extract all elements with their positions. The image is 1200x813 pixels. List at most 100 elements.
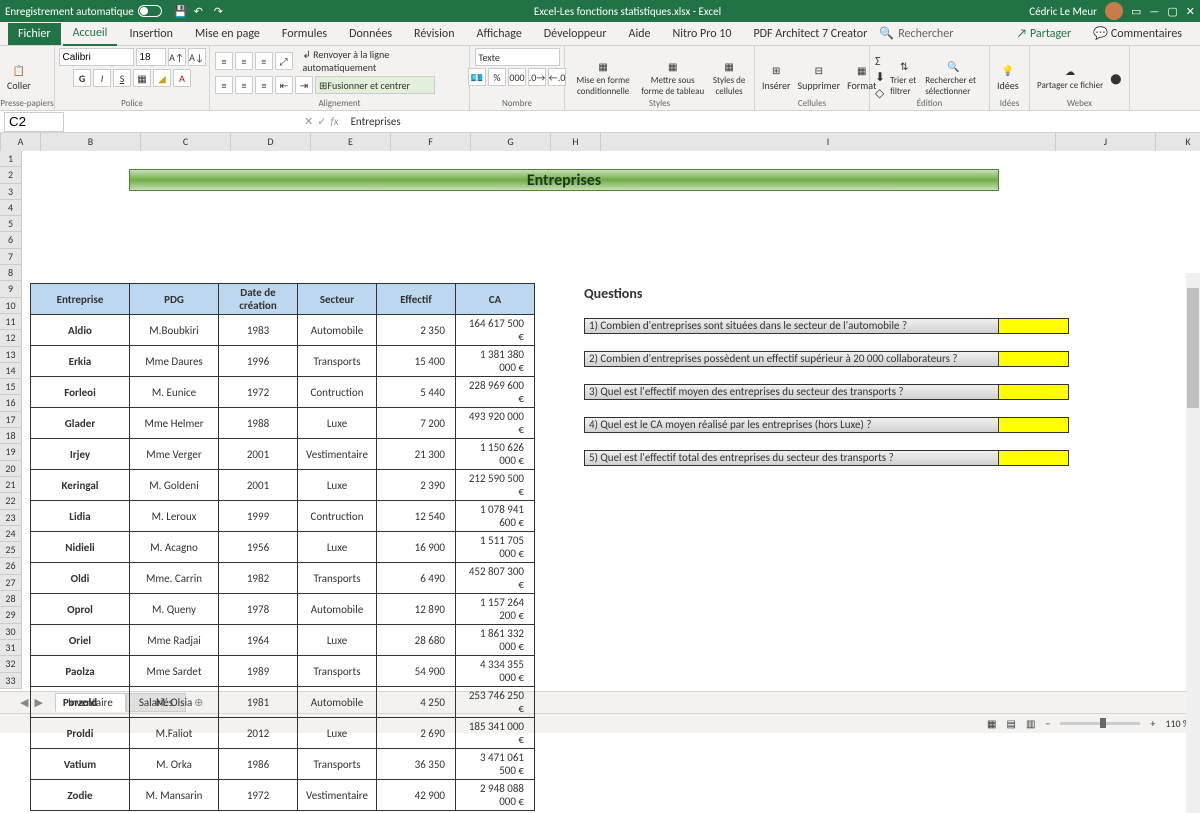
question-text[interactable]: 4) Quel est le CA moyen réalisé par les …	[584, 417, 999, 433]
table-cell[interactable]: 1988	[219, 408, 298, 439]
table-cell[interactable]: 2 350	[377, 315, 456, 346]
col-header-J[interactable]: J	[1056, 133, 1156, 151]
col-header-A[interactable]: A	[1, 133, 41, 151]
avatar[interactable]	[1105, 2, 1123, 20]
cancel-formula-icon[interactable]: ✕	[304, 115, 313, 128]
col-header-K[interactable]: K	[1156, 133, 1200, 151]
table-cell[interactable]: 452 807 300 €	[456, 563, 535, 594]
row-header-26[interactable]: 26	[0, 558, 22, 574]
table-cell[interactable]: Oprol	[31, 594, 130, 625]
vertical-scrollbar[interactable]	[1186, 273, 1200, 813]
redo-icon[interactable]: ↷	[214, 5, 226, 17]
table-cell[interactable]: 16 900	[377, 532, 456, 563]
table-cell[interactable]: Paolza	[31, 656, 130, 687]
inc-decimal-icon[interactable]: .0→	[528, 68, 546, 86]
question-answer-cell[interactable]	[999, 318, 1069, 334]
table-cell[interactable]: M. Orka	[130, 749, 219, 780]
row-header-18[interactable]: 18	[0, 428, 22, 444]
formula-input[interactable]: Entreprises	[345, 115, 1200, 128]
row-header-10[interactable]: 10	[0, 298, 22, 314]
table-cell[interactable]: 1 078 941 600 €	[456, 501, 535, 532]
border-icon[interactable]: ▦	[133, 69, 151, 87]
align-right-icon[interactable]: ≡	[255, 76, 273, 94]
table-cell[interactable]: 1996	[219, 346, 298, 377]
table-cell[interactable]: 1972	[219, 780, 298, 811]
search-box[interactable]: 🔍 Rechercher	[879, 26, 953, 41]
row-header-25[interactable]: 25	[0, 542, 22, 558]
table-cell[interactable]: Zodie	[31, 780, 130, 811]
table-row[interactable]: PaolzaMme Sardet1989Transports54 9004 33…	[31, 656, 535, 687]
table-cell[interactable]: 164 617 500 €	[456, 315, 535, 346]
thousand-sep-icon[interactable]: 000	[508, 68, 526, 86]
table-cell[interactable]: 12 540	[377, 501, 456, 532]
row-header-2[interactable]: 2	[0, 167, 22, 183]
table-cell[interactable]: 1989	[219, 656, 298, 687]
table-cell[interactable]: Keringal	[31, 470, 130, 501]
webex-button[interactable]: ⬤	[1108, 70, 1123, 87]
share-file-button[interactable]: ☁Partager ce fichier	[1035, 63, 1105, 93]
table-cell[interactable]: Luxe	[298, 532, 377, 563]
row-header-31[interactable]: 31	[0, 640, 22, 656]
format-as-table-button[interactable]: ▦ Mettre sous forme de tableau	[639, 58, 706, 99]
tab-donnees[interactable]: Données	[339, 23, 402, 45]
table-cell[interactable]: 1982	[219, 563, 298, 594]
scrollbar-thumb[interactable]	[1187, 288, 1199, 408]
enter-formula-icon[interactable]: ✓	[317, 115, 326, 128]
delete-button[interactable]: ⊟ Supprimer	[795, 62, 842, 94]
table-header[interactable]: PDG	[130, 284, 219, 315]
close-icon[interactable]: ✕	[1186, 5, 1195, 18]
row-header-17[interactable]: 17	[0, 412, 22, 428]
worksheet[interactable]: Entreprises EntreprisePDGDate de créatio…	[22, 151, 1182, 691]
table-cell[interactable]: Proldi	[31, 718, 130, 749]
table-row[interactable]: OprolM. Queny1978Automobile12 8901 157 2…	[31, 594, 535, 625]
table-cell[interactable]: Erkia	[31, 346, 130, 377]
table-cell[interactable]: 2 690	[377, 718, 456, 749]
fill-icon[interactable]: ⬇	[875, 70, 885, 85]
view-break-icon[interactable]: ▥	[1026, 717, 1035, 730]
table-cell[interactable]: 4 250	[377, 687, 456, 718]
table-cell[interactable]: Mme Helmer	[130, 408, 219, 439]
table-cell[interactable]: 1964	[219, 625, 298, 656]
indent-dec-icon[interactable]: ⇤	[275, 76, 293, 94]
zoom-out-icon[interactable]: −	[1045, 717, 1050, 730]
table-cell[interactable]: 1 381 380 000 €	[456, 346, 535, 377]
table-row[interactable]: ProldiM.Faliot2012Luxe2 690185 341 000 €	[31, 718, 535, 749]
table-cell[interactable]: 6 490	[377, 563, 456, 594]
table-header[interactable]: Date de création	[219, 284, 298, 315]
table-cell[interactable]: Glader	[31, 408, 130, 439]
paste-button[interactable]: 📋 Coller	[5, 62, 33, 94]
table-cell[interactable]: 1999	[219, 501, 298, 532]
view-page-icon[interactable]: ▤	[1007, 717, 1016, 730]
table-cell[interactable]: M. Acagno	[130, 532, 219, 563]
wrap-text-button[interactable]: ↲ Renvoyer à la ligne automatiquement	[303, 48, 464, 74]
increase-font-icon[interactable]: A↑	[168, 48, 186, 66]
row-header-22[interactable]: 22	[0, 493, 22, 509]
question-text[interactable]: 1) Combien d'entreprises sont situées da…	[584, 318, 999, 334]
table-cell[interactable]: Automobile	[298, 594, 377, 625]
question-answer-cell[interactable]	[999, 351, 1069, 367]
table-cell[interactable]: 2001	[219, 439, 298, 470]
table-cell[interactable]: 1956	[219, 532, 298, 563]
table-cell[interactable]: Transports	[298, 563, 377, 594]
decrease-font-icon[interactable]: A↓	[188, 48, 206, 66]
table-cell[interactable]: Contruction	[298, 377, 377, 408]
row-header-11[interactable]: 11	[0, 314, 22, 330]
table-cell[interactable]: M. Queny	[130, 594, 219, 625]
tab-aide[interactable]: Aide	[619, 23, 661, 45]
name-box[interactable]	[4, 112, 64, 132]
table-cell[interactable]: Oldi	[31, 563, 130, 594]
table-cell[interactable]: 1 157 264 200 €	[456, 594, 535, 625]
table-cell[interactable]: Automobile	[298, 687, 377, 718]
row-header-4[interactable]: 4	[0, 200, 22, 216]
table-cell[interactable]: Oriel	[31, 625, 130, 656]
table-cell[interactable]: 3 471 061 500 €	[456, 749, 535, 780]
align-middle-icon[interactable]: ≡	[235, 52, 253, 70]
tab-developpeur[interactable]: Développeur	[534, 23, 617, 45]
dec-decimal-icon[interactable]: ←.0	[548, 68, 566, 86]
table-row[interactable]: OrielMme Radjai1964Luxe28 6801 861 332 0…	[31, 625, 535, 656]
underline-button[interactable]: S	[113, 69, 131, 87]
table-cell[interactable]: Luxe	[298, 408, 377, 439]
table-cell[interactable]: 2001	[219, 470, 298, 501]
italic-button[interactable]: I	[93, 69, 111, 87]
table-cell[interactable]: 253 746 250 €	[456, 687, 535, 718]
